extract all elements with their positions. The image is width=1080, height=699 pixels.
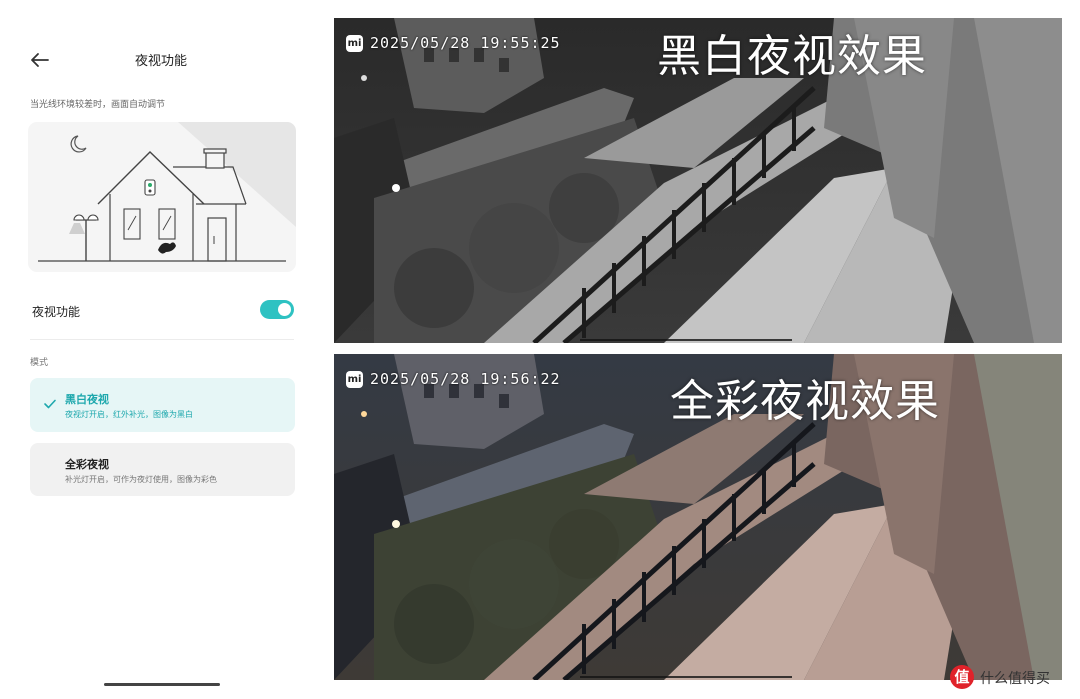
- mode-option-bw-night[interactable]: 黑白夜视 夜视灯开启，红外补光，图像为黑白: [30, 378, 295, 432]
- scroll-indicator: [580, 339, 792, 341]
- mode-option-color-night[interactable]: 全彩夜视 补光灯开启，可作为夜灯使用，图像为彩色: [30, 443, 295, 496]
- page-title: 夜视功能: [134, 54, 187, 69]
- watermark-text: 什么值得买: [980, 671, 1050, 687]
- camera-caption: 全彩夜视效果: [670, 376, 940, 427]
- night-house-illustration: [28, 122, 296, 272]
- mode-title: 黑白夜视: [65, 393, 109, 406]
- night-vision-toggle[interactable]: [260, 300, 294, 319]
- mode-description: 补光灯开启，可作为夜灯使用，图像为彩色: [65, 475, 217, 484]
- divider: [30, 339, 294, 340]
- scroll-indicator: [580, 676, 792, 678]
- mode-title: 全彩夜视: [65, 458, 109, 471]
- mode-description: 夜视灯开启，红外补光，图像为黑白: [65, 410, 193, 419]
- mi-logo: mi: [346, 371, 363, 388]
- camera-caption: 黑白夜视效果: [657, 31, 927, 82]
- camera-view-bw: mi 2025/05/28 19:55:25 黑白夜视效果: [334, 18, 1062, 343]
- camera-timestamp: 2025/05/28 19:56:22: [370, 370, 561, 388]
- home-indicator: [104, 683, 220, 686]
- night-vision-toggle-row: 夜视功能: [30, 294, 296, 328]
- mode-section-label: 模式: [30, 358, 49, 368]
- camera-timestamp: 2025/05/28 19:55:25: [370, 34, 561, 52]
- mi-logo: mi: [346, 35, 363, 52]
- settings-panel: 夜视功能 当光线环境较差时，画面自动调节 夜视功能 模式 黑白夜视 夜视灯开启，…: [0, 0, 322, 699]
- hint-text: 当光线环境较差时，画面自动调节: [30, 100, 166, 110]
- toggle-knob: [278, 303, 291, 316]
- check-icon: [44, 399, 56, 409]
- toggle-label: 夜视功能: [32, 305, 81, 319]
- camera-view-color: mi 2025/05/28 19:56:22 全彩夜视效果: [334, 354, 1062, 680]
- watermark-logo-icon: 值: [950, 665, 974, 689]
